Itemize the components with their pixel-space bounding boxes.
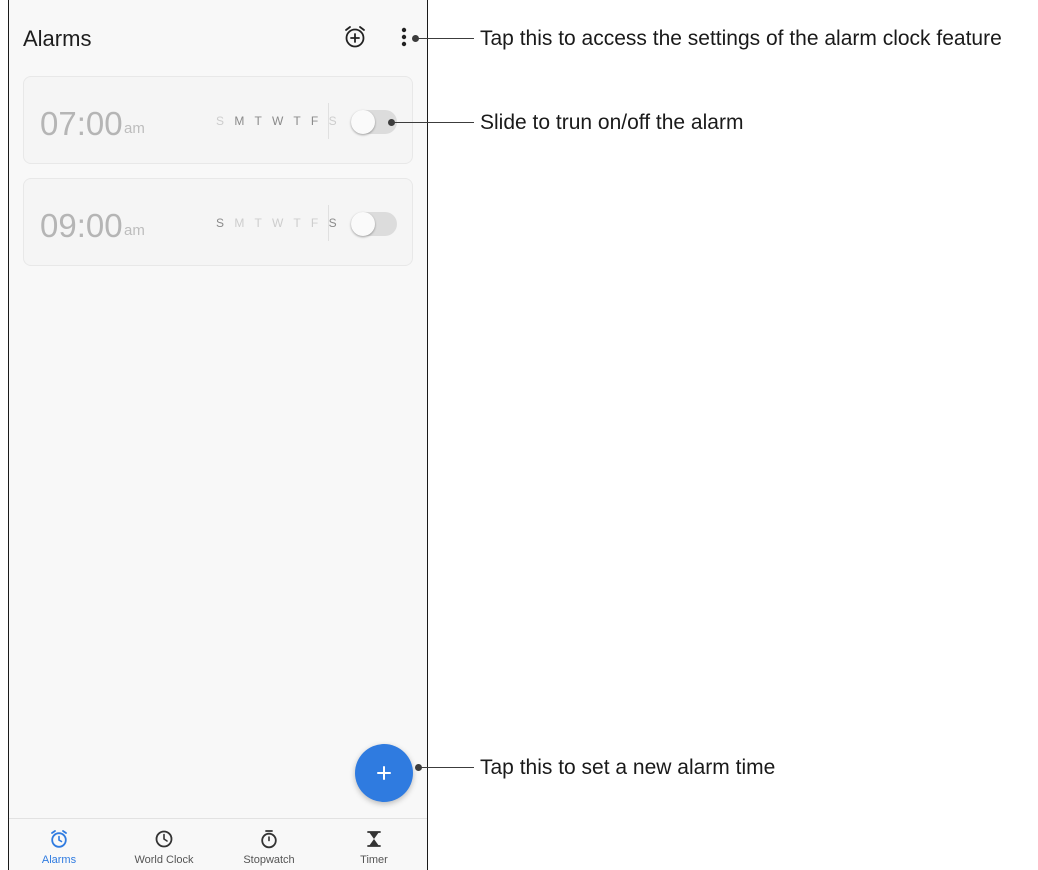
- toggle-knob: [351, 110, 375, 134]
- day-mon: M: [234, 114, 248, 128]
- day-tue: T: [254, 216, 266, 230]
- day-fri: F: [310, 216, 322, 230]
- divider: [328, 205, 329, 241]
- plus-icon: [377, 766, 391, 780]
- phone-screen: Alarms 07:00 am S M T W T F S 09:00 am S…: [8, 0, 428, 870]
- callout-line: [392, 122, 474, 123]
- day-thu: T: [293, 216, 305, 230]
- nav-label: Alarms: [41, 854, 77, 866]
- alarm-days: S M T W T F S: [216, 216, 340, 230]
- alarm-days: S M T W T F S: [216, 114, 340, 128]
- alarm-time: 07:00: [40, 105, 123, 142]
- nav-label: Timer: [360, 854, 388, 866]
- callout-toggle-text: Slide to trun on/off the alarm: [480, 111, 744, 134]
- day-fri: F: [310, 114, 322, 128]
- day-sat: S: [328, 114, 341, 128]
- bottom-nav: Alarms World Clock Stopwatch Timer: [9, 818, 427, 870]
- alarm-card[interactable]: 07:00 am S M T W T F S: [23, 76, 413, 164]
- toggle-knob: [351, 212, 375, 236]
- callout-line: [419, 767, 474, 768]
- day-mon: M: [234, 216, 248, 230]
- stopwatch-icon: [261, 830, 277, 849]
- day-tue: T: [254, 114, 266, 128]
- callout-menu-text: Tap this to access the settings of the a…: [480, 27, 1002, 50]
- add-alarm-fab[interactable]: [355, 744, 413, 802]
- callout-fab-text: Tap this to set a new alarm time: [480, 756, 776, 779]
- divider: [328, 103, 329, 139]
- alarm-time: 09:00: [40, 207, 123, 244]
- day-thu: T: [293, 114, 305, 128]
- alarm-ampm: am: [124, 120, 145, 137]
- nav-label: Stopwatch: [243, 854, 295, 866]
- clock-icon: [155, 830, 173, 848]
- day-sun: S: [216, 216, 228, 230]
- alarm-card[interactable]: 09:00 am S M T W T F S: [23, 178, 413, 266]
- alarm-toggle[interactable]: [351, 212, 397, 236]
- day-sun: S: [216, 114, 228, 128]
- day-wed: W: [271, 216, 287, 230]
- day-wed: W: [271, 114, 287, 128]
- nav-item-stopwatch[interactable]: Stopwatch: [219, 819, 319, 870]
- more-vert-icon[interactable]: [397, 25, 411, 49]
- nav-label: World Clock: [134, 854, 194, 866]
- alarm-icon: [51, 830, 67, 848]
- alarm-ampm: am: [124, 222, 145, 239]
- page-title: Alarms: [23, 26, 92, 51]
- nav-item-alarms[interactable]: Alarms: [9, 819, 109, 870]
- hourglass-icon: [367, 831, 381, 847]
- callout-line: [416, 38, 474, 39]
- nav-item-world-clock[interactable]: World Clock: [114, 819, 214, 870]
- alarm-add-icon[interactable]: [342, 24, 368, 50]
- day-sat: S: [328, 216, 341, 230]
- nav-item-timer[interactable]: Timer: [324, 819, 424, 870]
